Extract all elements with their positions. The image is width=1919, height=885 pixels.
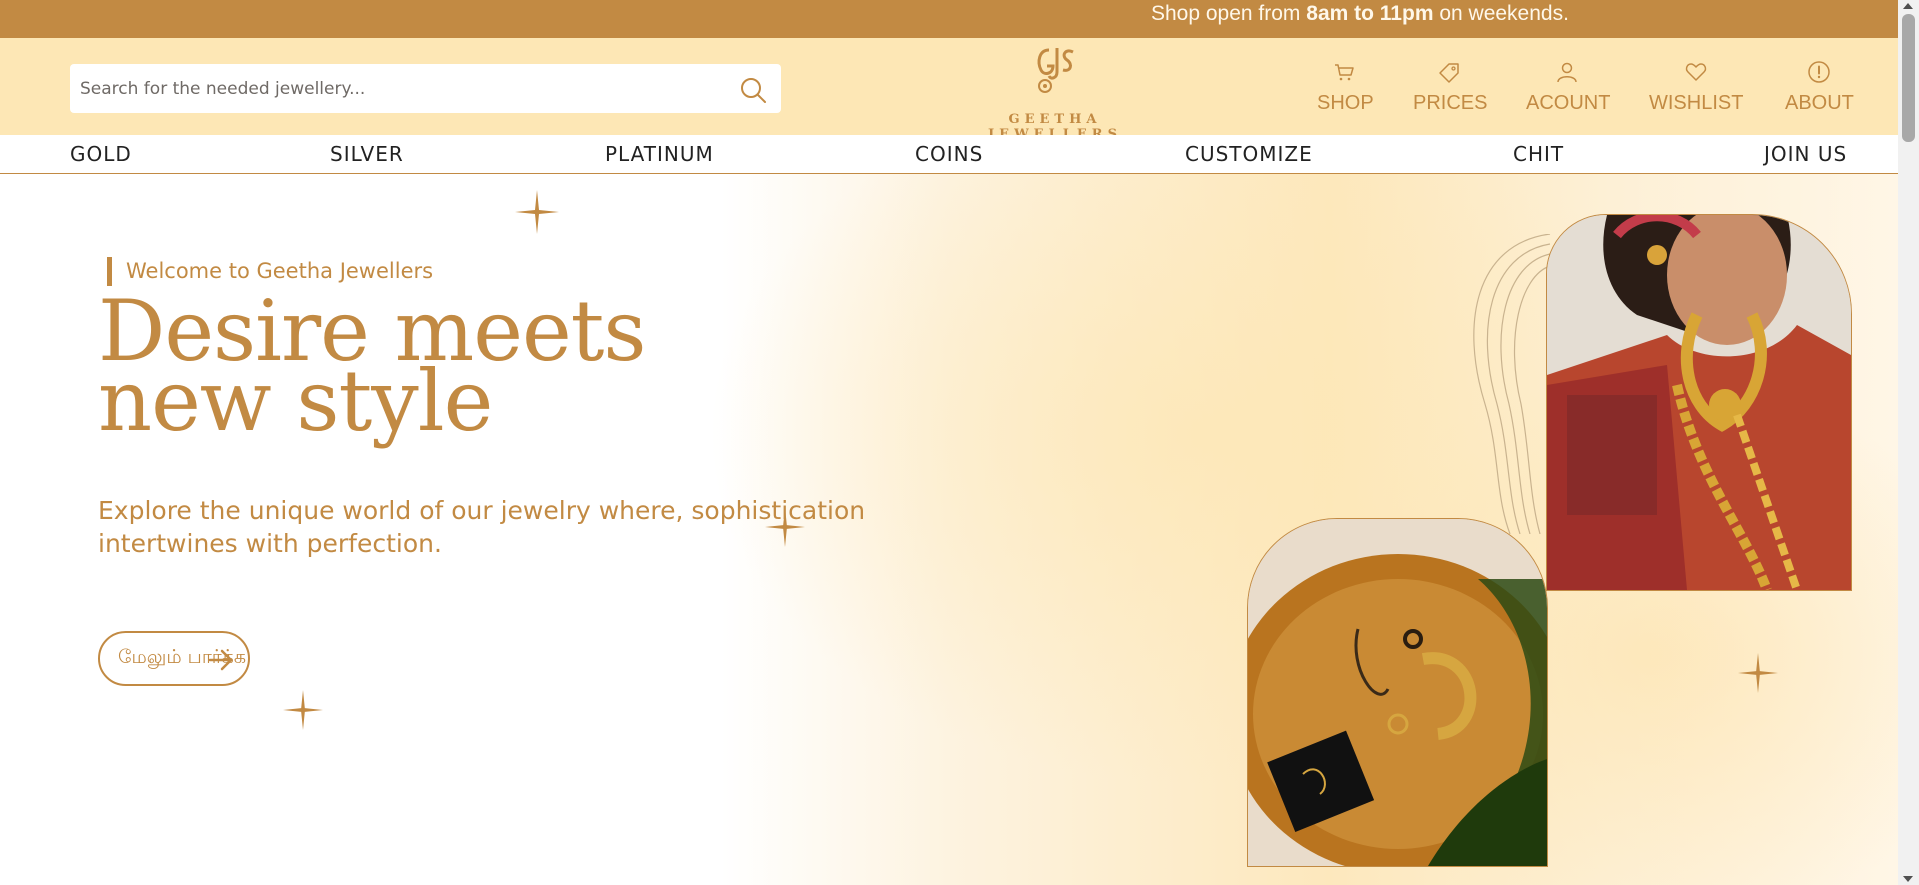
announcement-prefix: Shop open from: [1151, 2, 1307, 25]
announcement-hours: 8am to 11pm: [1306, 2, 1434, 25]
scroll-up-arrow[interactable]: [1903, 3, 1913, 9]
decorative-arcs: [1473, 234, 1551, 534]
category-customize[interactable]: CUSTOMIZE: [1185, 142, 1313, 166]
nav-prices-label: PRICES: [1413, 92, 1488, 114]
scroll-down-arrow[interactable]: [1903, 876, 1913, 882]
page-scrollbar[interactable]: [1898, 0, 1919, 885]
search-input[interactable]: [70, 64, 720, 113]
category-silver[interactable]: SILVER: [330, 142, 404, 166]
hero-subtext-line1: Explore the unique world of our jewelry …: [98, 496, 866, 525]
hero-section: Welcome to Geetha Jewellers Desire meets…: [0, 174, 1898, 885]
cart-icon: [1335, 64, 1354, 81]
hero-headline: Desire meets new style: [98, 289, 798, 450]
model-photo-illustration: [1547, 215, 1851, 590]
hero-subtext: Explore the unique world of our jewelry …: [98, 494, 878, 560]
category-nav: GOLD SILVER PLATINUM COINS CUSTOMIZE CHI…: [0, 135, 1898, 174]
nav-account-label: ACOUNT: [1526, 92, 1611, 114]
nav-wishlist[interactable]: WISHLIST: [1649, 60, 1743, 120]
user-icon: [1557, 62, 1577, 83]
nav-account[interactable]: ACOUNT: [1526, 60, 1611, 120]
category-platinum[interactable]: PLATINUM: [605, 142, 714, 166]
category-gold[interactable]: GOLD: [70, 142, 132, 166]
brand-logo[interactable]: GEETHA JEWELLERS: [945, 44, 1165, 142]
nav-shop[interactable]: SHOP: [1317, 60, 1374, 120]
info-icon: [1808, 61, 1830, 83]
hero-headline-line2: new style: [98, 352, 493, 450]
nav-prices[interactable]: PRICES: [1413, 60, 1488, 120]
category-coins[interactable]: COINS: [915, 142, 983, 166]
view-more-button[interactable]: மேலும் பார்க்க: [98, 631, 250, 686]
search-icon[interactable]: [739, 76, 767, 104]
arrow-right-icon: [208, 649, 233, 671]
nav-shop-label: SHOP: [1317, 92, 1374, 114]
tray-photo-illustration: [1248, 519, 1547, 866]
announcement-text: Shop open from 8am to 11pm on weekends.: [1151, 2, 1569, 26]
category-join-us[interactable]: JOIN US: [1764, 142, 1847, 166]
search-box: [70, 64, 781, 113]
nav-wishlist-label: WISHLIST: [1649, 92, 1744, 114]
heart-icon: [1685, 63, 1707, 81]
nav-about-label: ABOUT: [1785, 92, 1854, 114]
site-header: GEETHA JEWELLERS SHOP PRICES ACOUNT: [0, 38, 1898, 142]
hero-subtext-line2: intertwines with perfection.: [98, 529, 442, 558]
sparkle-icon: [1738, 653, 1778, 693]
nav-about[interactable]: ABOUT: [1785, 60, 1854, 120]
model-jewellery-photo: [1546, 214, 1852, 591]
category-chit[interactable]: CHIT: [1513, 142, 1564, 166]
tag-icon: [1439, 63, 1459, 83]
jewellery-tray-photo: [1247, 518, 1548, 867]
page: Shop open from 8am to 11pm on weekends. …: [0, 0, 1898, 885]
scrollbar-thumb[interactable]: [1902, 14, 1915, 142]
gjs-monogram-icon: [1037, 48, 1074, 93]
sparkle-icon: [283, 690, 323, 730]
sparkle-icon: [515, 190, 559, 234]
announcement-suffix: on weekends.: [1433, 2, 1569, 25]
announcement-bar: Shop open from 8am to 11pm on weekends.: [0, 0, 1898, 38]
